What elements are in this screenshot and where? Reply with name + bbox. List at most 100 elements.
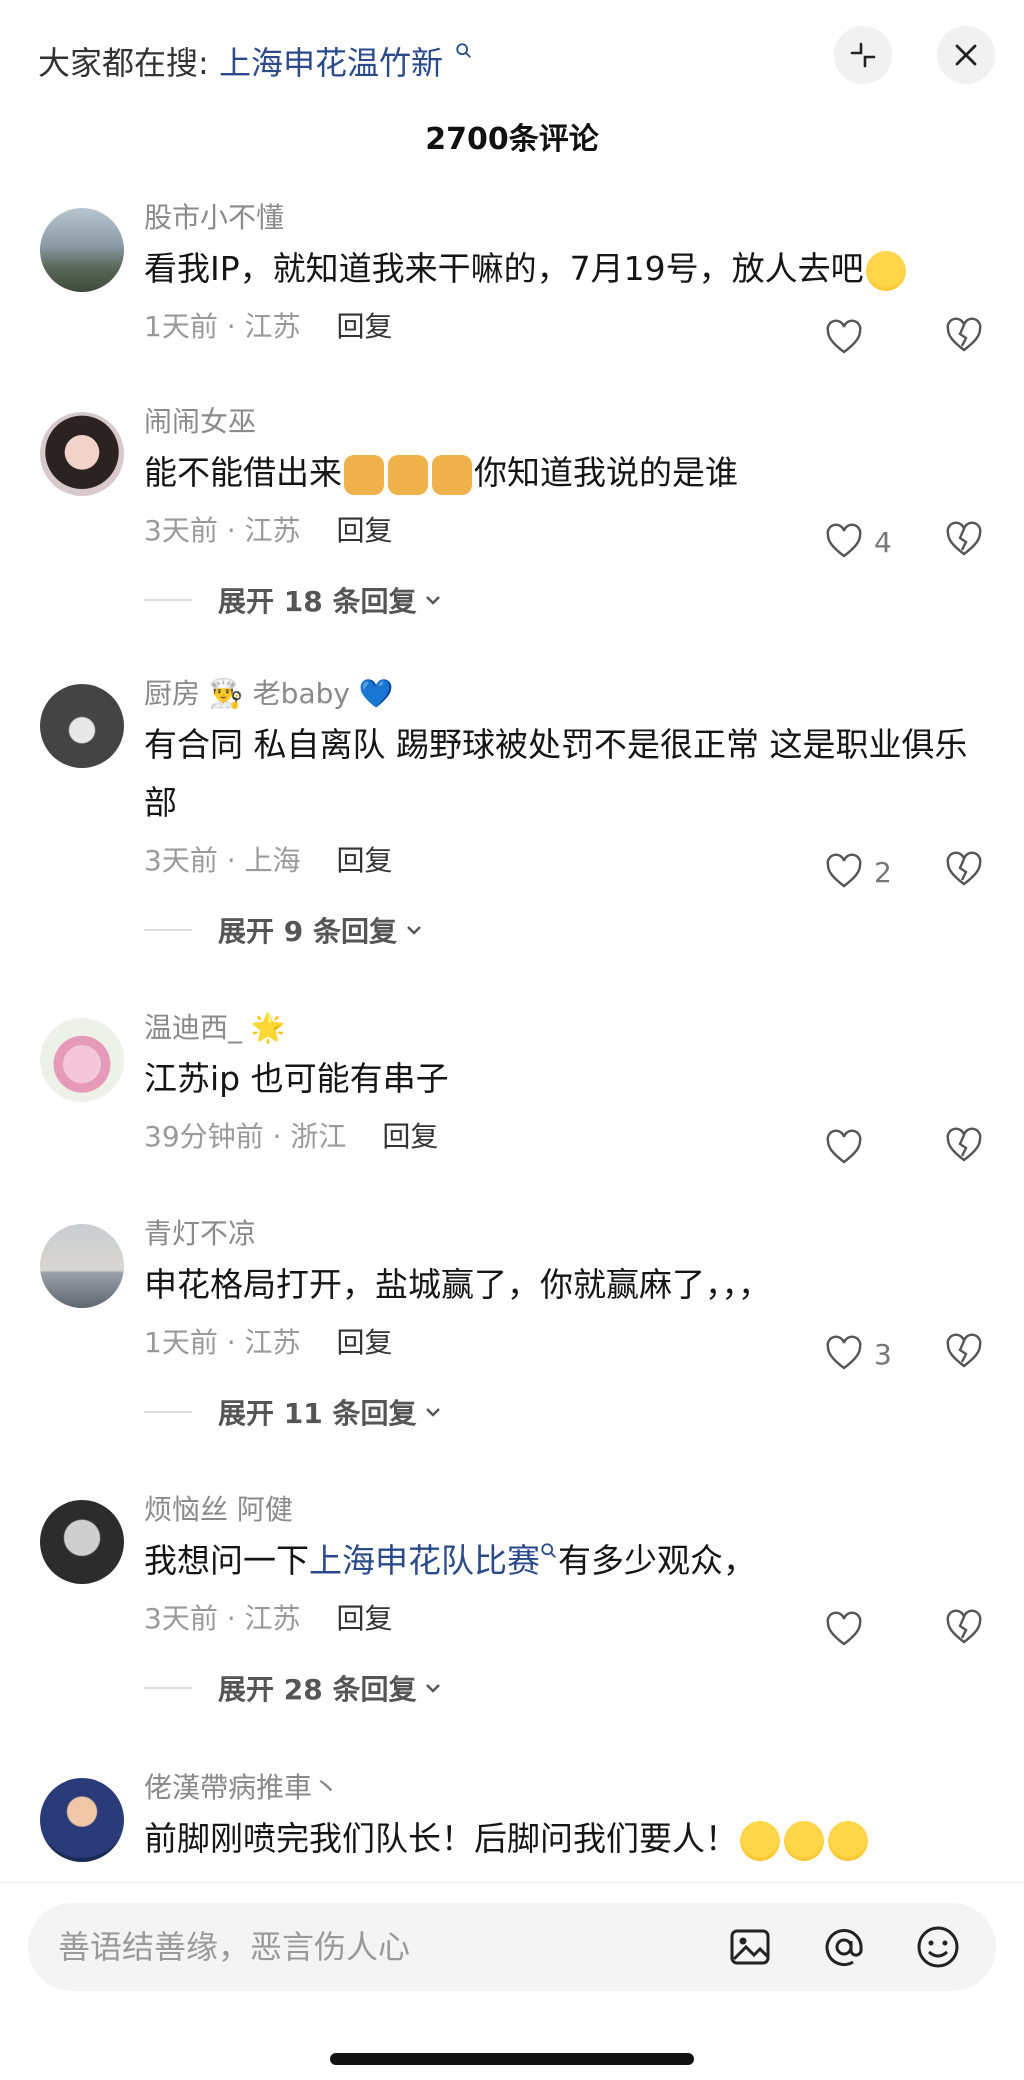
divider — [144, 1687, 192, 1689]
divider — [144, 1411, 192, 1413]
like-button[interactable]: 2 — [824, 852, 914, 892]
close-icon — [955, 44, 977, 66]
comment-item: 股市小不懂 看我IP，就知道我来干嘛的，7月19号，放人去吧 1天前 · 江苏 回… — [0, 198, 1024, 368]
like-button[interactable] — [824, 1128, 914, 1168]
avatar[interactable] — [40, 412, 124, 496]
comment-text: 有合同 私自离队 踢野球被处罚不是很正常 这是职业俱乐部 — [144, 725, 968, 822]
collapse-button[interactable] — [834, 26, 892, 84]
dislike-button[interactable] — [944, 1126, 984, 1170]
trending-search-hint[interactable]: 大家都在搜: 上海申花温竹新 — [38, 38, 473, 84]
comment-time-location: 3天前 · 上海 — [144, 844, 301, 877]
avatar[interactable] — [40, 1224, 124, 1308]
laughing-crying-emoji — [740, 1820, 780, 1861]
comment-username[interactable]: 闹闹女巫 — [144, 402, 984, 442]
chevron-down-icon — [407, 926, 421, 935]
like-button[interactable]: 3 — [824, 1334, 914, 1374]
dislike-button[interactable] — [944, 850, 984, 894]
collapse-icon — [850, 42, 876, 68]
avatar[interactable] — [40, 1018, 124, 1102]
reply-button[interactable]: 回复 — [337, 514, 393, 547]
like-count: 3 — [874, 1337, 892, 1371]
comment-item: 厨房 👨‍🍳 老baby 💙 有合同 私自离队 踢野球被处罚不是很正常 这是职业… — [0, 674, 1024, 974]
comment-time-location: 3天前 · 江苏 — [144, 1602, 301, 1635]
reply-button[interactable]: 回复 — [337, 844, 393, 877]
comment-time-location: 3天前 · 江苏 — [144, 514, 301, 547]
heart-icon — [826, 523, 862, 558]
chevron-down-icon — [426, 1684, 441, 1693]
comment-time-location: 1天前 · 江苏 — [144, 1326, 301, 1359]
dislike-button[interactable] — [944, 1608, 984, 1652]
like-button[interactable]: 4 — [824, 522, 914, 562]
broken-heart-icon — [946, 851, 982, 886]
broken-heart-icon — [946, 521, 982, 556]
expand-replies-button[interactable]: 展开 9 条回复 — [144, 910, 425, 950]
comment-username[interactable]: 烦恼丝 阿健 — [144, 1490, 984, 1530]
comment-username[interactable]: 佬漢帶病推車丶 — [144, 1768, 984, 1808]
broken-heart-icon — [946, 1127, 982, 1162]
comment-time-location: 39分钟前 · 浙江 — [144, 1120, 347, 1153]
comment-text: 申花格局打开，盐城赢了，你就赢麻了，，， — [144, 1265, 771, 1304]
dislike-button[interactable] — [944, 520, 984, 564]
expand-replies-button[interactable]: 展开 11 条回复 — [144, 1392, 444, 1432]
bear-emoji — [388, 454, 428, 495]
home-indicator — [330, 2053, 694, 2065]
heart-icon — [826, 1335, 862, 1370]
divider — [144, 599, 192, 601]
comment-username[interactable]: 厨房 👨‍🍳 老baby 💙 — [144, 674, 984, 714]
chevron-down-icon — [426, 596, 441, 605]
divider — [144, 929, 192, 931]
inline-search-keyword[interactable]: 上海申花队比赛 — [309, 1541, 540, 1580]
comment-item: 温迪西_ 🌟 江苏ip 也可能有串子 39分钟前 · 浙江 回复 — [0, 1008, 1024, 1178]
avatar[interactable] — [40, 1778, 124, 1862]
heart-icon — [826, 1129, 862, 1164]
at-icon[interactable] — [820, 1923, 868, 1971]
comment-item: 佬漢帶病推車丶 前脚刚喷完我们队长！后脚问我们要人！ — [0, 1768, 1024, 1878]
top-bar: 大家都在搜: 上海申花温竹新 — [0, 0, 1024, 112]
emoji-icon[interactable] — [914, 1923, 962, 1971]
comment-input-container[interactable] — [28, 1903, 996, 1991]
avatar[interactable] — [40, 208, 124, 292]
comment-username[interactable]: 温迪西_ 🌟 — [144, 1008, 984, 1048]
like-count: 2 — [874, 855, 892, 889]
expand-replies-button[interactable]: 展开 28 条回复 — [144, 1668, 444, 1708]
comment-item: 闹闹女巫 能不能借出来 你知道我说的是谁 3天前 · 江苏 回复 4 展开 18 条… — [0, 402, 1024, 642]
trending-search-prefix: 大家都在搜: — [38, 44, 209, 82]
chevron-down-icon — [426, 1408, 441, 1417]
search-icon — [541, 1543, 556, 1558]
like-button[interactable] — [824, 1610, 914, 1650]
reply-button[interactable]: 回复 — [337, 1326, 393, 1359]
comment-input[interactable] — [58, 1903, 698, 1991]
laughing-crying-emoji — [784, 1820, 824, 1861]
heart-icon — [826, 853, 862, 888]
comment-username[interactable]: 青灯不凉 — [144, 1214, 984, 1254]
comment-time-location: 1天前 · 江苏 — [144, 310, 301, 343]
comment-item: 青灯不凉 申花格局打开，盐城赢了，你就赢麻了，，， 1天前 · 江苏 回复 3 展… — [0, 1214, 1024, 1454]
close-button[interactable] — [937, 26, 995, 84]
bear-emoji — [344, 454, 384, 495]
reply-button[interactable]: 回复 — [382, 1120, 438, 1153]
dislike-button[interactable] — [944, 1332, 984, 1376]
heart-icon — [826, 319, 862, 354]
dislike-button[interactable] — [944, 316, 984, 360]
avatar[interactable] — [40, 1500, 124, 1584]
laughing-crying-emoji — [828, 1820, 868, 1861]
avatar[interactable] — [40, 684, 124, 768]
reply-button[interactable]: 回复 — [337, 1602, 393, 1635]
comment-input-bar — [0, 1882, 1024, 2080]
laughing-crying-emoji — [865, 250, 906, 291]
comment-text: 能不能借出来 你知道我说的是谁 — [144, 444, 984, 502]
comment-text: 江苏ip 也可能有串子 — [144, 1059, 449, 1098]
reply-button[interactable]: 回复 — [337, 310, 393, 343]
comment-username[interactable]: 股市小不懂 — [144, 198, 984, 238]
image-icon[interactable] — [726, 1923, 774, 1971]
broken-heart-icon — [946, 1333, 982, 1368]
search-icon — [456, 43, 472, 58]
like-count: 4 — [874, 525, 892, 559]
like-button[interactable] — [824, 318, 914, 358]
comment-text: 看我IP，就知道我来干嘛的，7月19号，放人去吧 — [144, 240, 984, 298]
trending-search-keyword[interactable]: 上海申花温竹新 — [219, 44, 443, 82]
comment-count: 2700条评论 — [425, 122, 599, 157]
expand-replies-button[interactable]: 展开 18 条回复 — [144, 580, 444, 620]
comment-text: 前脚刚喷完我们队长！后脚问我们要人！ — [144, 1810, 984, 1868]
broken-heart-icon — [946, 1609, 982, 1644]
